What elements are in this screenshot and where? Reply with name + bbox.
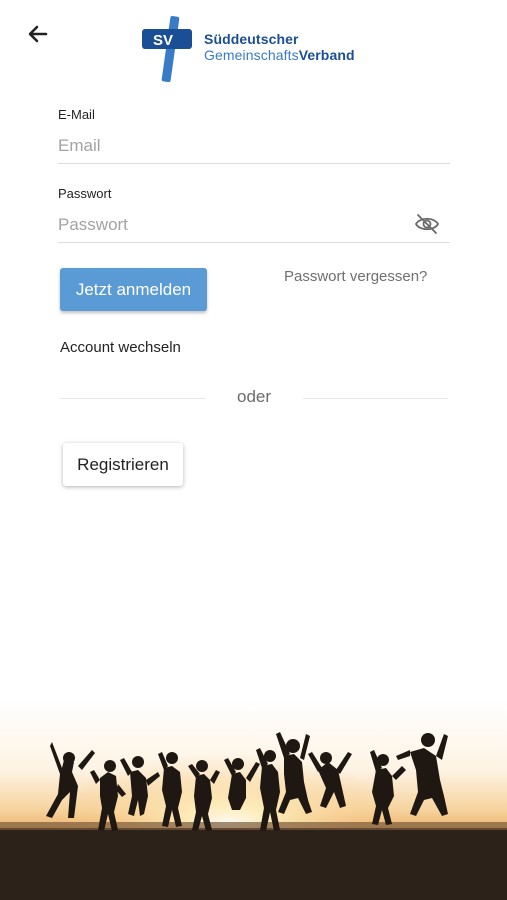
divider-text: oder [236, 387, 272, 406]
divider-line-left [60, 398, 206, 399]
logo-text: Süddeutscher GemeinschaftsVerband [204, 31, 355, 63]
eye-off-icon [414, 214, 440, 234]
logo-line1: Süddeutscher [204, 31, 299, 47]
email-field[interactable] [58, 128, 450, 164]
logo-mark-text: SV [153, 32, 173, 49]
logo-line2-bold: Verband [298, 47, 355, 63]
password-label: Passwort [58, 186, 112, 201]
switch-account-link[interactable]: Account wechseln [60, 339, 181, 356]
password-visibility-toggle[interactable] [412, 211, 442, 237]
forgot-password-link[interactable]: Passwort vergessen? [284, 268, 427, 285]
login-screen: SV Süddeutscher GemeinschaftsVerband E-M… [0, 0, 507, 900]
logo: SV Süddeutscher GemeinschaftsVerband [140, 14, 355, 84]
logo-line2-regular: Gemeinschafts [204, 47, 299, 63]
arrow-left-icon [28, 25, 48, 43]
logo-line2: GemeinschaftsVerband [204, 47, 355, 63]
divider-line-right [303, 398, 448, 399]
login-button[interactable]: Jetzt anmelden [60, 268, 207, 311]
email-label: E-Mail [58, 107, 95, 122]
logo-mark: SV [142, 16, 192, 83]
register-button[interactable]: Registrieren [63, 443, 183, 486]
back-button[interactable] [22, 18, 54, 50]
password-field[interactable] [58, 207, 450, 243]
sunset-jumping-people-image [0, 700, 507, 900]
